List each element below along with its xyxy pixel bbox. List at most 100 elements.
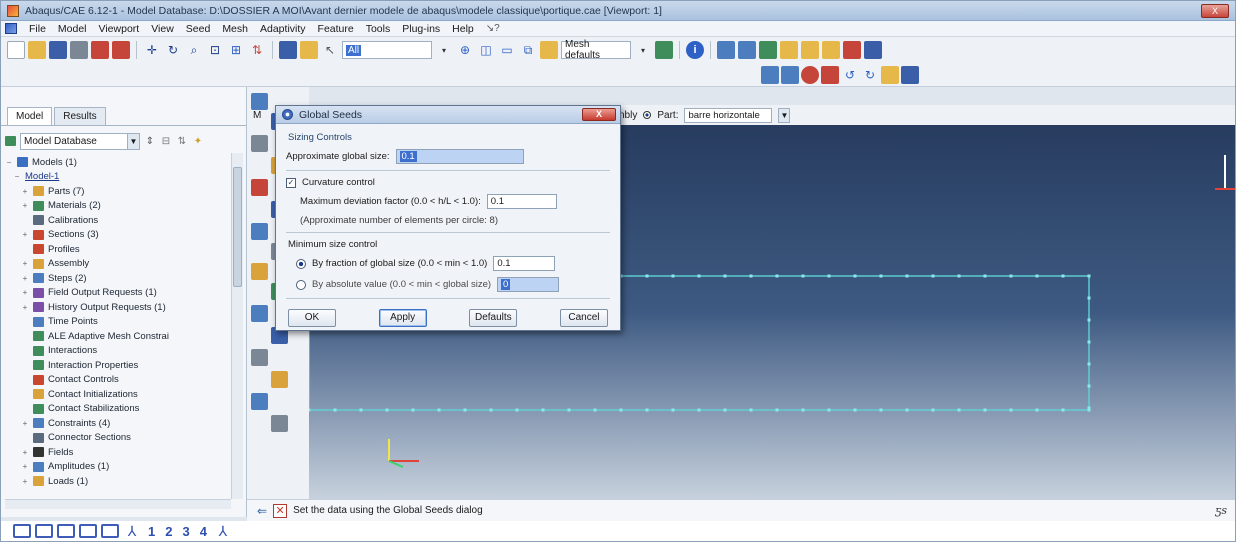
cancel-button[interactable]: Cancel [559,309,608,327]
ok-button[interactable]: OK [288,309,336,327]
tree-item[interactable]: Interactions [5,344,231,359]
auto-fit-icon[interactable]: ⊞ [227,41,245,59]
dialog-title-bar[interactable]: Global Seeds X [276,106,620,124]
wireframe-icon[interactable] [717,41,735,59]
menu-feature[interactable]: Feature [318,23,354,35]
tree-expander-icon[interactable]: + [21,303,29,312]
menu-file[interactable]: File [29,23,46,35]
tree-expander-icon[interactable]: + [21,230,29,239]
context-help-icon[interactable]: ↘? [486,23,500,34]
save-icon[interactable] [49,41,67,59]
delete-seeds-icon[interactable] [251,135,268,152]
create-element-icon[interactable] [271,371,288,388]
create-node-icon[interactable] [251,349,268,366]
show-all-icon[interactable] [761,66,779,84]
layer-3[interactable]: 3 [182,524,189,539]
window-menu-icon[interactable] [5,23,17,34]
absolute-radio[interactable] [296,279,306,290]
tree-expander-icon[interactable]: + [21,477,29,486]
tree-item[interactable]: − Model-1 [5,170,231,185]
tree-expander-icon[interactable]: + [21,288,29,297]
curvature-checkbox[interactable]: ✓ [286,177,296,188]
tree-item[interactable]: Interaction Properties [5,358,231,373]
model-database-select[interactable]: Model Database ▼ [20,132,140,150]
shaded-icon[interactable] [759,41,777,59]
menu-adaptivity[interactable]: Adaptivity [260,23,306,35]
tree-expander-icon[interactable]: + [21,259,29,268]
lightbulb-icon[interactable]: ✦ [192,132,204,150]
tree-item[interactable]: + Amplitudes (1) [5,460,231,475]
mesh-defaults-dropdown-icon[interactable]: ▾ [634,41,652,59]
part-display-icon[interactable] [843,41,861,59]
menu-mesh[interactable]: Mesh [222,23,248,35]
rotate-icon[interactable]: ↻ [164,41,182,59]
mesh-controls-icon[interactable] [251,223,268,240]
window-close-button[interactable]: X [1201,4,1229,18]
new-file-icon[interactable] [7,41,25,59]
tree-vertical-scrollbar[interactable] [231,153,243,499]
menu-help[interactable]: Help [452,23,474,35]
sort-tree-icon[interactable]: ⇅ [176,132,188,150]
part-radio[interactable] [643,111,652,119]
part-dropdown-icon[interactable]: ▼ [778,107,791,123]
tree-item[interactable]: Profiles [5,242,231,257]
query-mesh-icon[interactable] [271,415,288,432]
tree-item[interactable]: + History Output Requests (1) [5,300,231,315]
query-icon[interactable]: ⊕ [456,41,474,59]
pan-icon[interactable]: ✛ [143,41,161,59]
menu-view[interactable]: View [151,23,174,35]
layout-icon[interactable] [864,41,882,59]
highlight-icon[interactable]: ⧉ [519,41,537,59]
axis-icon[interactable]: ⅄ [123,522,141,540]
tree-expander-icon[interactable]: + [21,448,29,457]
undo-icon[interactable]: ↺ [841,66,859,84]
display-group-icon[interactable] [279,41,297,59]
absolute-input[interactable]: 0 [497,277,560,292]
highlight-mesh-icon[interactable] [801,66,819,84]
mesh-region-icon[interactable] [251,179,268,196]
tree-item[interactable]: − Models (1) [5,155,231,170]
select-parts-icon[interactable] [91,41,109,59]
selection-filter-select[interactable]: All [342,41,432,59]
menu-seed[interactable]: Seed [186,23,211,35]
tree-expander-icon[interactable]: + [21,201,29,210]
tree-expander-icon[interactable]: − [5,158,13,167]
tree-item[interactable]: + Steps (2) [5,271,231,286]
verify-mesh-icon[interactable] [251,263,268,280]
tree-item[interactable]: Contact Controls [5,373,231,388]
layer-4[interactable]: 4 [200,524,207,539]
tree-item[interactable]: + Field Output Requests (1) [5,286,231,301]
tree-item[interactable]: + Assembly [5,257,231,272]
assign-orphan-icon[interactable] [251,393,268,410]
tree-item[interactable]: + Sections (3) [5,228,231,243]
deviation-input[interactable]: 0.1 [486,194,557,209]
tree-expander-icon[interactable]: + [21,419,29,428]
fraction-input[interactable]: 0.1 [493,256,556,271]
tree-item[interactable]: ALE Adaptive Mesh Constrai [5,329,231,344]
arrow-select-icon[interactable]: ↖ [321,41,339,59]
tree-expander-icon[interactable]: + [21,462,29,471]
scrollbar-thumb[interactable] [233,167,242,287]
filter-tree-icon[interactable]: ⊟ [160,132,172,150]
tree-expander-icon[interactable]: + [21,187,29,196]
viewport-5-icon[interactable] [101,524,119,538]
tree-item[interactable]: + Materials (2) [5,199,231,214]
show-selected-icon[interactable] [781,66,799,84]
tree-item[interactable]: + Loads (1) [5,474,231,489]
table-icon[interactable] [901,66,919,84]
viewport-3-icon[interactable] [57,524,75,538]
redo-icon[interactable]: ↻ [861,66,879,84]
defaults-button[interactable]: Defaults [469,309,518,327]
hidden-line-icon[interactable] [738,41,756,59]
print-icon[interactable] [70,41,88,59]
tree-item[interactable]: Connector Sections [5,431,231,446]
box-zoom-icon[interactable]: ⊡ [206,41,224,59]
apply-button[interactable]: Apply [378,309,427,327]
tree-item[interactable]: Contact Stabilizations [5,402,231,417]
viewport-1-icon[interactable] [13,524,31,538]
magnify-icon[interactable]: ⌕ [185,41,203,59]
tab-model[interactable]: Model [7,107,53,125]
menu-viewport[interactable]: Viewport [99,23,140,35]
layer-1[interactable]: 1 [148,524,155,539]
replace-selected-icon[interactable] [300,41,318,59]
